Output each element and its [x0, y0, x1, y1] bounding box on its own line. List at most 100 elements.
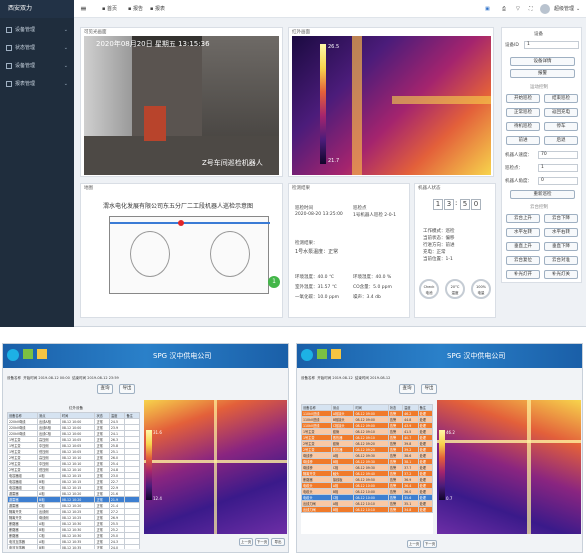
- thermal-image[interactable]: 46.2 0.7: [437, 400, 581, 534]
- thermal-video-feed[interactable]: 26.5 21.7: [292, 36, 491, 175]
- alarm-button[interactable]: 报警: [510, 69, 575, 78]
- sidebar: 西安双力 设备管理 ⌄ 状态管理 ⌄ 设备管理 ⌄ 报表管理 ⌄: [0, 0, 74, 327]
- sidebar-item-3[interactable]: 设备管理 ⌄: [0, 57, 74, 75]
- expand-icon[interactable]: ⛶: [529, 0, 533, 18]
- start-patrol-button[interactable]: 开始巡检: [506, 94, 540, 103]
- table-cell: B相: [37, 544, 61, 549]
- standby-button[interactable]: 待机巡检: [506, 122, 540, 131]
- ptz-left-button[interactable]: 水平左转: [506, 228, 540, 237]
- breadcrumb-3[interactable]: ▪ 报表: [150, 0, 165, 18]
- thermal-scale-bar: [146, 430, 152, 500]
- ptz-align-button[interactable]: 云台对准: [544, 256, 578, 265]
- ptz-tilt-down-button[interactable]: 垂直下降: [544, 242, 578, 251]
- ptz-tilt-up-button[interactable]: 垂直上升: [506, 242, 540, 251]
- app-header: SPG 汉中供电公司: [297, 344, 582, 368]
- panel-title: 可见光画面: [84, 30, 107, 35]
- table-cell: [124, 544, 140, 549]
- status-icon: [6, 44, 12, 51]
- top-bar: ≡ ▪ 首页 ▪ 报告 ▪ 报表 ▣ ⎙ ▽ ⛶ 超级管理 ⌄: [74, 0, 586, 18]
- monitor-icon[interactable]: ▣: [485, 0, 490, 18]
- result-value: 1号水泵温度：正常: [295, 249, 339, 255]
- next-button[interactable]: 下一页: [255, 538, 269, 546]
- return-charge-button[interactable]: 返回充电: [544, 108, 578, 117]
- ptz-down-button[interactable]: 云台下降: [544, 214, 578, 223]
- sidebar-item-2[interactable]: 状态管理 ⌄: [0, 39, 74, 57]
- export-button[interactable]: 导出: [119, 384, 135, 394]
- sidebar-item-label: 状态管理: [15, 45, 36, 51]
- angle-input[interactable]: 0: [538, 177, 578, 185]
- point-marker[interactable]: 1: [268, 276, 280, 288]
- forward-button[interactable]: 前进: [506, 136, 540, 145]
- next-button[interactable]: 下一页: [423, 540, 437, 548]
- user-name[interactable]: 超级管理: [554, 0, 574, 18]
- folder-icon[interactable]: [37, 349, 47, 359]
- table-cell: 告警: [387, 506, 404, 513]
- chevron-down-icon: ⌄: [63, 63, 68, 69]
- ptz-up-button[interactable]: 云台上升: [506, 214, 540, 223]
- chevron-down-icon[interactable]: ⌄: [576, 0, 580, 18]
- light-on-button[interactable]: 补光灯开: [506, 270, 540, 279]
- filter-icon[interactable]: ▽: [516, 0, 520, 18]
- alarm-table: 设备名称 测点 时间 状态 温度 备注 110kV进线 A相接头 08-12 09:00 告警 46…: [301, 404, 433, 513]
- device-detail-button[interactable]: 设备详情: [510, 57, 575, 66]
- table-cell: 08-12 10:10: [353, 506, 389, 513]
- logo-icon: [301, 349, 313, 361]
- speed-input[interactable]: 70: [538, 151, 578, 159]
- breadcrumb-home[interactable]: ▪ 首页: [102, 0, 117, 18]
- control-panel: 设备 设备ID 1 设备详情 报警 运动控制 开始巡检 结束巡检 正常巡检 返回…: [501, 27, 582, 283]
- visible-video-panel: 可见光画面 2020年08月20日 星期五 13:15:36 Z号车间巡检机器人: [80, 27, 283, 177]
- table-cell: 电流互感器: [7, 544, 39, 549]
- home-icon[interactable]: [317, 349, 327, 359]
- sidebar-item-4[interactable]: 报表管理 ⌄: [0, 75, 74, 93]
- device-select[interactable]: 1: [524, 41, 579, 49]
- backward-button[interactable]: 后退: [544, 136, 578, 145]
- motion-section-title: 运动控制: [530, 85, 548, 90]
- home-icon[interactable]: [23, 349, 33, 359]
- factory-map[interactable]: [109, 216, 270, 294]
- export-image-button[interactable]: 导出: [271, 538, 285, 546]
- device-icon: [6, 26, 12, 33]
- breadcrumb-2[interactable]: ▪ 报告: [128, 0, 143, 18]
- print-icon[interactable]: ⎙: [502, 0, 506, 18]
- hamburger-icon[interactable]: ≡: [80, 0, 87, 18]
- prev-button[interactable]: 上一页: [239, 538, 253, 546]
- light-off-button[interactable]: 补光灯关: [544, 270, 578, 279]
- folder-icon[interactable]: [331, 349, 341, 359]
- ptz-reset-button[interactable]: 云台复位: [506, 256, 540, 265]
- position-input[interactable]: 1: [538, 164, 578, 172]
- thermal-image[interactable]: 31.6 12.4: [144, 400, 287, 534]
- machine-left: [130, 231, 170, 277]
- clock-digit: 5: [460, 199, 470, 210]
- table-row[interactable]: 出线刀闸 B相 08-12 10:10 告警 34.8 处理: [301, 506, 433, 513]
- company-banner: SPG 汉中供电公司: [447, 352, 506, 360]
- filter-row: 设备名称 开始时间 2019-08-12 00:00 结束时间 2019-08-…: [7, 376, 119, 380]
- panel-title: 地图: [84, 186, 93, 191]
- thermal-scale-bar: [439, 430, 445, 500]
- robot-status-panel: 机器人状态 1 3 : 5 0 工作模式：巡检 当前状态：偏移 行进方向：前进 …: [414, 183, 496, 318]
- end-patrol-button[interactable]: 结束巡检: [544, 94, 578, 103]
- chevron-down-icon: ⌄: [63, 45, 68, 51]
- stop-button[interactable]: 停车: [544, 122, 578, 131]
- normal-patrol-button[interactable]: 正常巡检: [506, 108, 540, 117]
- prev-button[interactable]: 上一页: [407, 540, 421, 548]
- table-cell: 正常: [94, 544, 110, 549]
- company-banner: SPG 汉中供电公司: [153, 352, 212, 360]
- ptz-right-button[interactable]: 水平右转: [544, 228, 578, 237]
- scale-top: 26.5: [328, 44, 340, 50]
- chevron-down-icon: ⌄: [63, 27, 68, 33]
- visible-video-feed[interactable]: 2020年08月20日 星期五 13:15:36 Z号车间巡检机器人: [84, 36, 279, 175]
- restart-patrol-button[interactable]: 重新巡检: [510, 190, 575, 199]
- avatar[interactable]: [540, 4, 550, 14]
- query-button[interactable]: 查询: [399, 384, 415, 394]
- battery-gauge: Check 电池: [419, 279, 439, 299]
- query-button[interactable]: 查询: [97, 384, 113, 394]
- map-heading: 渭水电化发展有限公司东五分厂二工段机器人巡检示意图: [103, 203, 254, 210]
- scale-top: 31.6: [153, 430, 162, 435]
- export-button[interactable]: 导出: [421, 384, 437, 394]
- device-label: 设备ID: [505, 43, 519, 48]
- task-label: 巡检点: [353, 206, 367, 211]
- table-cell: B相: [330, 506, 355, 513]
- record-table-container: 设备名称 测点 时间 状态 温度 备注 220kV母线 出线A相 08-12 10:00 正常 24…: [7, 412, 140, 549]
- table-row[interactable]: 电流互感器 B相 08-12 10:35 正常 24.0: [7, 544, 140, 549]
- sidebar-item-1[interactable]: 设备管理 ⌄: [0, 21, 74, 39]
